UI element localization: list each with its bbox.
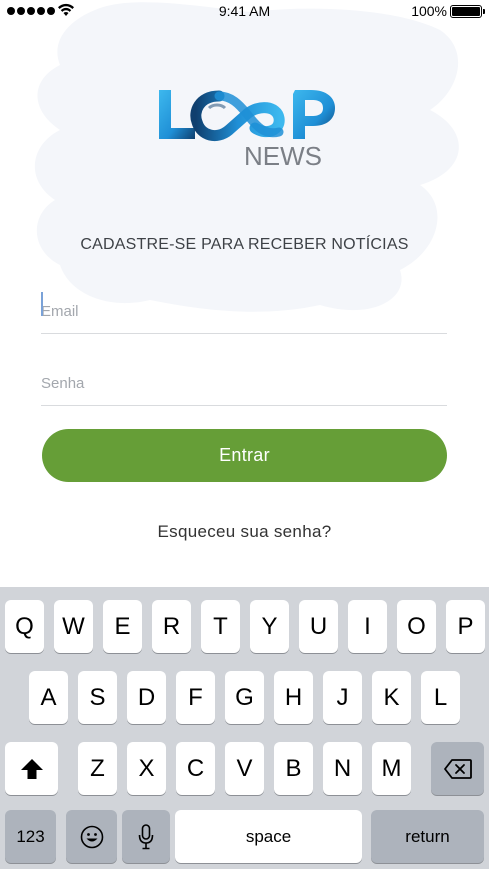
key-f[interactable]: F bbox=[176, 671, 215, 724]
key-j[interactable]: J bbox=[323, 671, 362, 724]
battery-icon bbox=[450, 5, 485, 18]
key-h[interactable]: H bbox=[274, 671, 313, 724]
key-l[interactable]: L bbox=[421, 671, 460, 724]
backspace-key[interactable] bbox=[431, 742, 484, 795]
emoji-key[interactable] bbox=[66, 810, 117, 863]
key-g[interactable]: G bbox=[225, 671, 264, 724]
key-s[interactable]: S bbox=[78, 671, 117, 724]
key-i[interactable]: I bbox=[348, 600, 387, 653]
key-e[interactable]: E bbox=[103, 600, 142, 653]
email-input[interactable] bbox=[41, 290, 447, 333]
login-button[interactable]: Entrar bbox=[42, 429, 447, 482]
return-key[interactable]: return bbox=[371, 810, 484, 863]
key-c[interactable]: C bbox=[176, 742, 215, 795]
shift-key[interactable] bbox=[5, 742, 58, 795]
key-a[interactable]: A bbox=[29, 671, 68, 724]
signup-heading: CADASTRE-SE PARA RECEBER NOTÍCIAS bbox=[80, 236, 409, 253]
battery-percentage: 100% bbox=[411, 3, 447, 19]
microphone-icon bbox=[138, 823, 154, 849]
key-b[interactable]: B bbox=[274, 742, 313, 795]
key-n[interactable]: N bbox=[323, 742, 362, 795]
key-u[interactable]: U bbox=[299, 600, 338, 653]
logo-news-text: NEWS bbox=[244, 141, 322, 171]
key-t[interactable]: T bbox=[201, 600, 240, 653]
email-field-container bbox=[41, 290, 447, 334]
space-key[interactable]: space bbox=[175, 810, 362, 863]
key-w[interactable]: W bbox=[54, 600, 93, 653]
backspace-icon bbox=[443, 758, 472, 779]
microphone-key[interactable] bbox=[122, 810, 170, 863]
emoji-icon bbox=[80, 825, 103, 848]
key-m[interactable]: M bbox=[372, 742, 411, 795]
key-p[interactable]: P bbox=[446, 600, 485, 653]
status-bar: 9:41 AM 100% bbox=[0, 0, 489, 22]
key-v[interactable]: V bbox=[225, 742, 264, 795]
password-field-container bbox=[41, 362, 447, 406]
key-o[interactable]: O bbox=[397, 600, 436, 653]
key-y[interactable]: Y bbox=[250, 600, 289, 653]
key-z[interactable]: Z bbox=[78, 742, 117, 795]
shift-arrow-icon bbox=[20, 758, 43, 779]
text-caret bbox=[41, 292, 43, 316]
password-input[interactable] bbox=[41, 362, 447, 405]
keyboard: Q W E R T Y U I O P A S D F G H J K L Z … bbox=[0, 587, 489, 869]
key-q[interactable]: Q bbox=[5, 600, 44, 653]
key-d[interactable]: D bbox=[127, 671, 166, 724]
forgot-password-link[interactable]: Esqueceu sua senha? bbox=[0, 522, 489, 542]
numbers-key[interactable]: 123 bbox=[5, 810, 56, 863]
key-x[interactable]: X bbox=[127, 742, 166, 795]
key-r[interactable]: R bbox=[152, 600, 191, 653]
key-k[interactable]: K bbox=[372, 671, 411, 724]
